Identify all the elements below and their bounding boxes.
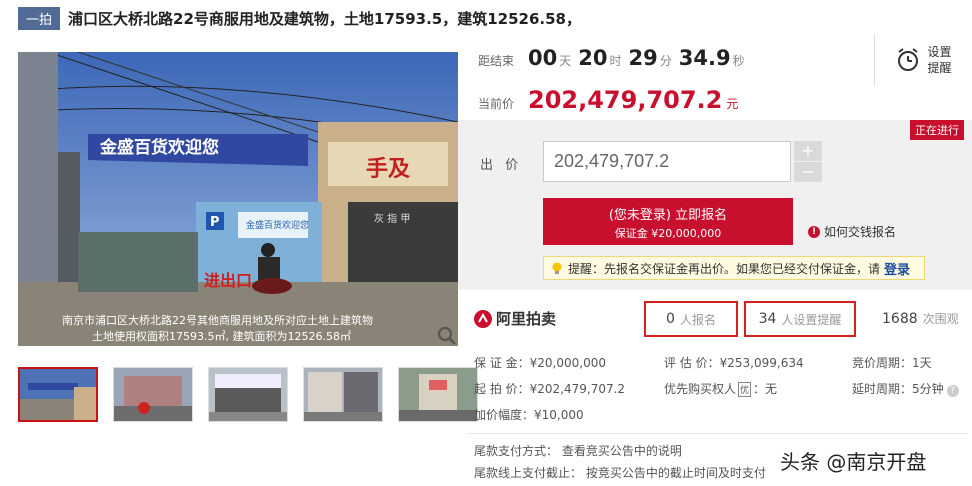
reminder-count: 34 人设置提醒	[744, 301, 856, 337]
view-count-unit: 次围观	[922, 312, 959, 326]
photo-caption-1: 南京市浦口区大桥北路22号其他商服用地及所对应土地上建筑物	[62, 313, 373, 327]
thumbnail-2[interactable]	[113, 367, 193, 422]
delay-cycle-value: 延时周期：5分钟	[852, 382, 944, 396]
ali-auction-logo-icon	[474, 309, 492, 328]
thumbnail-strip	[18, 367, 478, 422]
current-price-value: 202,479,707.2	[528, 86, 723, 114]
reminder-line-1: 设置	[927, 45, 952, 59]
view-count: 1688 次围观	[882, 310, 959, 327]
countdown-days-unit: 天	[559, 54, 572, 68]
thumbnail-1[interactable]	[18, 367, 98, 422]
howto-label: 如何交钱报名	[824, 225, 897, 239]
tip-text: 提醒：先报名交保证金再出价。如果您已经交付保证金，请	[568, 261, 881, 276]
thumbnail-5[interactable]	[398, 367, 478, 422]
reminder-count-value: 34	[758, 311, 777, 327]
delay-cycle: 延时周期：5分钟?	[852, 380, 959, 397]
store-sign-text: 金盛百货欢迎您	[246, 219, 309, 231]
divider	[468, 433, 968, 434]
reminder-label: 设置 提醒	[927, 44, 951, 76]
banner-text: 金盛百货欢迎您	[99, 137, 219, 158]
increase-bid-button[interactable]: +	[794, 141, 822, 161]
countdown-minutes: 29	[628, 46, 658, 70]
signup-count-unit: 人报名	[679, 312, 716, 327]
main-photo-scene: 金盛百货欢迎您 金盛百货欢迎您 手及 灰 指 甲 P 进出口 南京市浦口区大桥北…	[18, 52, 458, 346]
priority-value: ：无	[753, 382, 778, 396]
signup-button[interactable]: (您未登录) 立即报名 保证金 ¥20,000,000	[543, 198, 793, 245]
watermark: 头条 @南京开盘	[780, 450, 927, 474]
appraisal-price: 评 估 价：¥253,099,634	[664, 356, 804, 370]
howto-link[interactable]: ! 如何交钱报名	[808, 223, 896, 240]
title-row: 一拍 浦口区大桥北路22号商服用地及建筑物，土地17593.5，建筑12526.…	[18, 6, 581, 30]
info-icon: !	[808, 225, 820, 238]
brand-name: 阿里拍卖	[496, 310, 557, 328]
bid-area: 正在进行 出 价 + − (您未登录) 立即报名 保证金 ¥20,000,000…	[458, 120, 972, 290]
signup-count: 0 人报名	[644, 301, 738, 337]
shop-sub-sign: 灰 指 甲	[374, 212, 410, 225]
view-count-value: 1688	[882, 311, 918, 327]
reminder-line-2: 提醒	[927, 61, 952, 75]
thumbnail-3[interactable]	[208, 367, 288, 422]
round-badge: 一拍	[18, 6, 61, 30]
current-price-unit: 元	[726, 97, 739, 111]
entrance-text: 进出口	[204, 271, 252, 290]
bid-cycle: 竞价周期：1天	[852, 356, 932, 370]
bid-amount-input[interactable]	[543, 141, 791, 182]
current-price-label: 当前价	[478, 97, 515, 111]
parking-sign: P	[210, 215, 220, 230]
lightbulb-icon	[552, 262, 562, 274]
help-icon[interactable]: ?	[946, 385, 959, 397]
current-price: 当前价 202,479,707.2 元	[478, 86, 738, 114]
stats-row: 阿里拍卖 0 人报名 34 人设置提醒 1688 次围观	[458, 298, 972, 338]
signup-main-label: (您未登录) 立即报名	[608, 208, 728, 223]
bid-increment: 加价幅度：¥10,000	[474, 408, 584, 422]
signup-deposit-label: 保证金 ¥20,000,000	[614, 227, 722, 240]
countdown-seconds: 34.9	[678, 46, 731, 70]
start-price: 起 拍 价：¥202,479,707.2	[474, 382, 626, 396]
payment-method: 尾款支付方式： 查看竞买公告中的说明	[474, 444, 682, 458]
status-badge: 正在进行	[910, 120, 964, 140]
bid-stepper: + −	[794, 141, 822, 183]
signup-count-value: 0	[666, 311, 675, 327]
countdown-hours: 20	[578, 46, 608, 70]
login-link[interactable]: 登录	[884, 259, 910, 278]
countdown-minutes-unit: 分	[659, 54, 672, 68]
bid-label: 出 价	[480, 158, 523, 173]
reminder-count-unit: 人设置提醒	[781, 312, 842, 327]
shop-sign-right: 手及	[366, 157, 411, 182]
thumbnail-4[interactable]	[303, 367, 383, 422]
set-reminder-button[interactable]: 设置 提醒	[874, 34, 972, 86]
countdown-label: 距结束	[478, 54, 515, 68]
countdown-hours-unit: 时	[609, 54, 622, 68]
login-tip: 提醒：先报名交保证金再出价。如果您已经交付保证金，请 登录	[543, 256, 925, 280]
zoom-icon[interactable]	[436, 325, 458, 347]
countdown-days: 00	[528, 46, 558, 70]
priority-label: 优先购买权人	[664, 382, 737, 396]
alarm-clock-icon	[898, 48, 919, 71]
decrease-bid-button[interactable]: −	[794, 162, 822, 182]
countdown-seconds-unit: 秒	[732, 54, 745, 68]
payment-deadline: 尾款线上支付截止： 按竞买公告中的截止时间及时支付	[474, 466, 766, 480]
main-photo[interactable]: 金盛百货欢迎您 金盛百货欢迎您 手及 灰 指 甲 P 进出口 南京市浦口区大桥北…	[18, 52, 458, 346]
deposit: 保 证 金：¥20,000,000	[474, 356, 606, 370]
priority-right: 优先购买权人优：无	[664, 380, 777, 397]
photo-caption-2: 土地使用权面积17593.5㎡, 建筑面积为12526.58㎡	[92, 329, 351, 343]
priority-mark-icon: 优	[738, 382, 752, 397]
countdown: 距结束 00 天 20 时 29 分 34.9 秒	[478, 46, 748, 70]
page-title: 浦口区大桥北路22号商服用地及建筑物，土地17593.5，建筑12526.58，	[68, 9, 581, 28]
brand: 阿里拍卖	[474, 308, 556, 329]
auction-page: 一拍 浦口区大桥北路22号商服用地及建筑物，土地17593.5，建筑12526.…	[0, 0, 972, 486]
